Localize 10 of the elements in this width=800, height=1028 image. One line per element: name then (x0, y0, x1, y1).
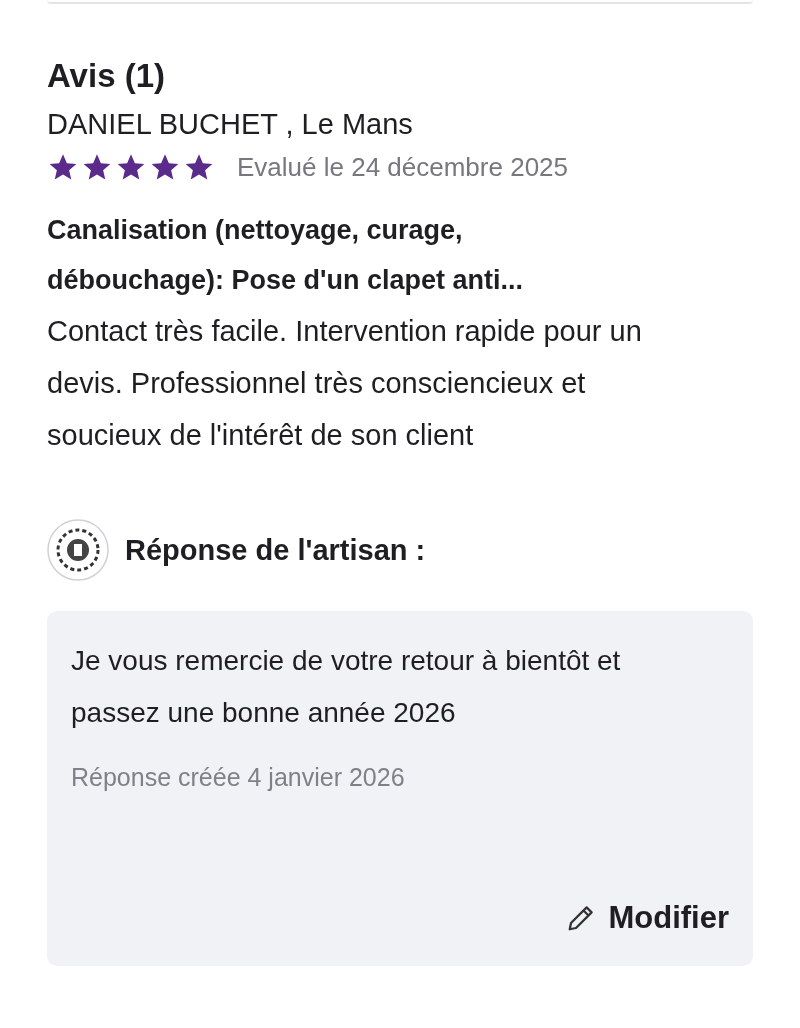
edit-button[interactable]: Modifier (566, 900, 729, 941)
response-text: Je vous remercie de votre retour à bientôt et passez une bonne année 2026 (71, 644, 622, 731)
response-date: Réponse créée 4 janvier 2026 (71, 763, 406, 793)
review-text: Contact très facile. Intervention rapide pour un devis. Professionnel très consciencieux et soucieux de l'intérêt de son client (47, 314, 643, 454)
company-logo-icon (47, 519, 109, 582)
response-heading: Réponse de l'artisan : (125, 533, 426, 567)
section-title: Avis (1) (47, 56, 166, 96)
review-headline: Canalisation (nettoyage, curage, débouchage): Pose d'un clapet anti... (47, 214, 524, 298)
reviewer-name: DANIEL BUCHET , Le Mans (47, 106, 414, 142)
review-date: Evalué le 24 décembre 2025 (237, 151, 568, 183)
